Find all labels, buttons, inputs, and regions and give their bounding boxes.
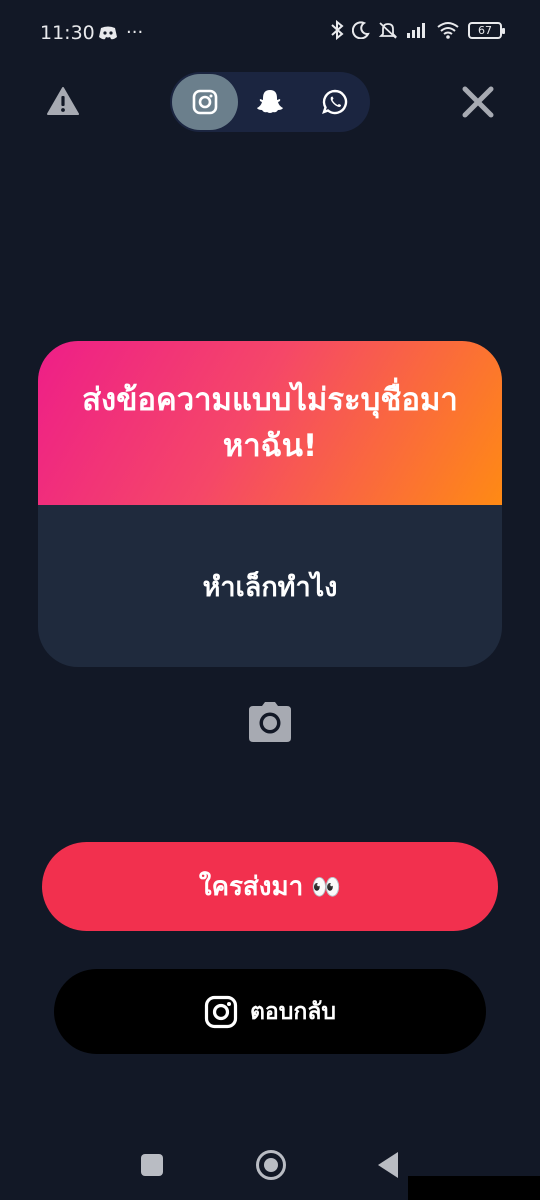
snapchat-icon [257, 90, 283, 113]
instagram-icon [204, 995, 238, 1028]
tab-snapchat[interactable] [237, 74, 303, 130]
bluetooth-icon [331, 20, 344, 40]
status-right-icons: 67 [330, 20, 505, 40]
status-bar: 11:30 ··· 67 [0, 0, 540, 66]
moon-icon [352, 21, 370, 39]
card-body: หำเล็กทำไง [38, 505, 502, 667]
instagram-icon [192, 89, 218, 115]
battery-icon: 67 [468, 21, 505, 39]
reply-label: ตอบกลับ [250, 998, 336, 1025]
card-header: ส่งข้อความแบบไม่ระบุชื่อมา หาฉัน! [38, 341, 502, 505]
close-button[interactable] [460, 84, 496, 120]
camera-icon [249, 702, 291, 742]
signal-icon [407, 23, 425, 38]
who-sent-button[interactable]: ใครส่งมา 👀 [42, 842, 498, 931]
message-card: ส่งข้อความแบบไม่ระบุชื่อมา หาฉัน! หำเล็ก… [38, 341, 502, 667]
nav-corner-strip [408, 1176, 540, 1200]
discord-icon [99, 26, 117, 39]
navigation-bar [0, 1140, 540, 1200]
close-icon [462, 86, 494, 118]
status-left-icons: ··· [98, 22, 143, 43]
back-icon[interactable] [378, 1152, 398, 1178]
wifi-icon [437, 22, 459, 39]
platform-switch [170, 72, 370, 132]
report-button[interactable] [47, 86, 79, 118]
tab-whatsapp[interactable] [302, 74, 368, 130]
home-icon[interactable] [256, 1150, 286, 1180]
more-notifications: ··· [126, 22, 144, 43]
eyes-icon: 👀 [311, 872, 342, 901]
recents-icon[interactable] [141, 1154, 163, 1176]
whatsapp-icon [322, 89, 348, 115]
who-sent-label: ใครส่งมา [198, 872, 304, 902]
status-time: 11:30 [40, 22, 95, 44]
reply-button[interactable]: ตอบกลับ [54, 969, 486, 1054]
camera-button[interactable] [247, 700, 293, 744]
mute-icon [378, 22, 398, 39]
tab-instagram[interactable] [172, 74, 238, 130]
card-message: หำเล็กทำไง [202, 571, 338, 603]
warning-icon [47, 87, 79, 115]
card-title: ส่งข้อความแบบไม่ระบุชื่อมา หาฉัน! [82, 382, 458, 464]
screen: 11:30 ··· 67 ส่งข้อความแบบไม่ระบุชื่อมา … [0, 0, 540, 1200]
